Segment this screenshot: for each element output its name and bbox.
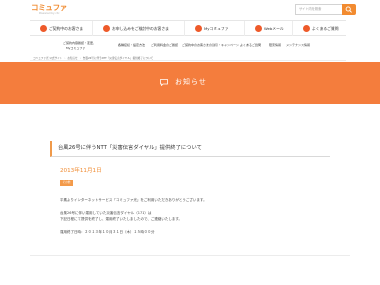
breadcrumb: コミュファ光 公式サイト › お知らせ › 台風26号に伴うNTT「災害伝言ダイヤル」提… xyxy=(33,57,154,60)
question-icon xyxy=(303,25,310,32)
article-paragraph: 台風26号に伴い運用していた災害伝言ダイヤル（171）は xyxy=(60,211,152,215)
magnifier-icon xyxy=(345,6,352,13)
subnav-outage-info[interactable]: 障害情報 xyxy=(269,43,281,47)
nav-item-prospective-customers[interactable]: お申し込みをご検討中のお客さま xyxy=(92,21,184,36)
article-heading: 台風26号に伴うNTT「災害伝言ダイヤル」提供終了について xyxy=(50,141,330,157)
nav-label: ご契約中のお客さま xyxy=(49,26,84,31)
nav-label: Webメール xyxy=(264,26,284,31)
article-title: 台風26号に伴うNTT「災害伝言ダイヤル」提供終了について xyxy=(58,145,202,151)
category-badge: その他 xyxy=(60,180,73,186)
document-icon xyxy=(103,25,110,32)
nav-label: よくあるご質問 xyxy=(312,26,339,31)
global-nav: ご契約中のお客さま お申し込みをご検討中のお客さま Myコミュファ Webメール… xyxy=(30,20,346,36)
sub-nav: ご契約内容確認・変更、 Myコミュファ 各種接続・設定方法 ご利用料金のご確認 … xyxy=(30,37,346,55)
site-logo[interactable]: コミュファ Powered by ctc xyxy=(31,3,71,18)
page-title: お知らせ xyxy=(175,78,207,86)
search-input[interactable]: サイト内を検索 xyxy=(295,4,342,15)
breadcrumb-news[interactable]: お知らせ xyxy=(67,57,77,60)
search-button[interactable] xyxy=(342,4,356,15)
breadcrumb-current: 台風26号に伴うNTT「災害伝言ダイヤル」提供終了について xyxy=(82,57,154,60)
nav-item-my-commufa[interactable]: Myコミュファ xyxy=(184,21,244,36)
subnav-my-commufa[interactable]: Myコミュファ xyxy=(66,46,85,50)
article-paragraph: 平素よりインターネットサービス「コミュファ光」をご利用いただきありがとうございま… xyxy=(60,198,207,202)
nav-item-webmail[interactable]: Webメール xyxy=(244,21,292,36)
nav-label: Myコミュファ xyxy=(204,26,229,31)
breadcrumb-home[interactable]: コミュファ光 公式サイト xyxy=(33,57,62,60)
nav-item-current-customers[interactable]: ご契約中のお客さま xyxy=(30,21,92,36)
article-paragraph: 運用終了日時：２０１３年１０月３１日（木）１５時００分 xyxy=(60,230,155,234)
page-banner: お知らせ xyxy=(0,62,380,104)
content-divider xyxy=(30,255,350,256)
article-paragraph: 下記日程にて提供を終了し、運用終了いたしましたので、ご連絡いたします。 xyxy=(60,217,183,221)
article-date: 2013年11月1日 xyxy=(60,168,102,174)
subnav-contract-change[interactable]: ご契約内容確認・変更、 xyxy=(63,41,96,45)
speech-bubble-icon xyxy=(160,79,168,86)
subnav-discounts-campaigns[interactable]: ご契約中のお客さまの割引・キャンペーン xyxy=(182,43,239,47)
my-icon xyxy=(195,25,202,32)
subnav-maintenance-info[interactable]: メンテナンス情報 xyxy=(286,43,310,47)
subnav-connection-settings[interactable]: 各種接続・設定方法 xyxy=(118,43,145,47)
nav-item-faq[interactable]: よくあるご質問 xyxy=(292,21,346,36)
mail-icon xyxy=(255,25,262,32)
subnav-billing[interactable]: ご利用料金のご確認 xyxy=(151,43,178,47)
site-header: コミュファ Powered by ctc サイト内を検索 xyxy=(0,0,380,20)
logo-subtext: Powered by ctc xyxy=(39,11,60,15)
subnav-faq[interactable]: よくあるご質問 xyxy=(240,43,261,47)
nav-label: お申し込みをご検討中のお客さま xyxy=(112,26,169,31)
person-icon xyxy=(40,25,47,32)
